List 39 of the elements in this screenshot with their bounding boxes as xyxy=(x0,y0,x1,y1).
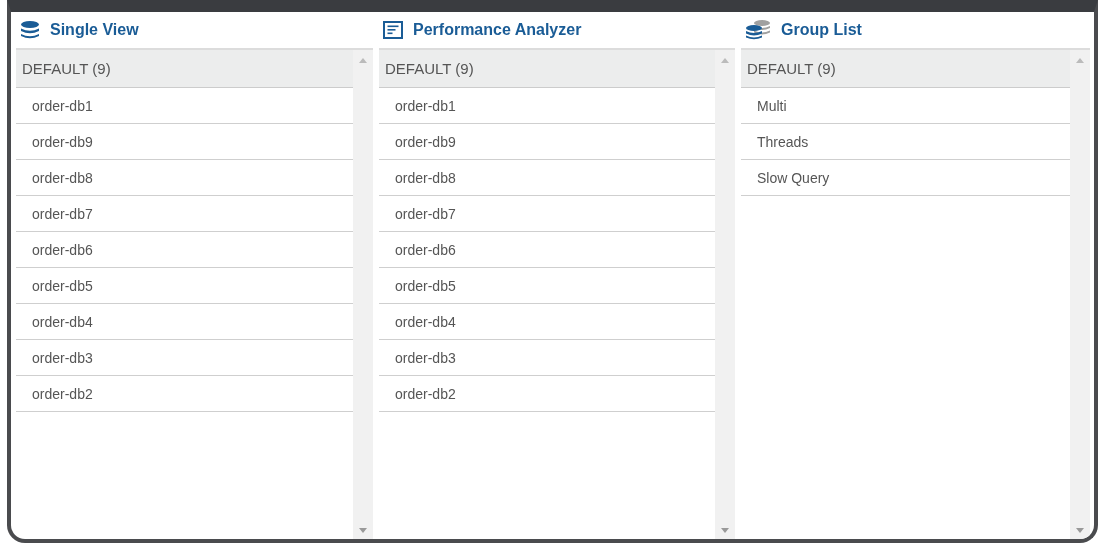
scrollbar[interactable] xyxy=(1070,50,1090,539)
document-icon xyxy=(383,21,403,39)
list-item[interactable]: order-db5 xyxy=(16,268,353,304)
list-item[interactable]: order-db1 xyxy=(379,88,715,124)
panel-title[interactable]: Performance Analyzer xyxy=(413,21,582,39)
list-item[interactable]: order-db3 xyxy=(379,340,715,376)
scroll-up-icon[interactable] xyxy=(1076,58,1084,63)
list-item[interactable]: order-db4 xyxy=(16,304,353,340)
scroll-down-icon[interactable] xyxy=(1076,528,1084,533)
group-header[interactable]: DEFAULT (9) xyxy=(379,50,715,88)
list-item[interactable]: order-db4 xyxy=(379,304,715,340)
list-item[interactable]: Slow Query xyxy=(741,160,1070,196)
scroll-up-icon[interactable] xyxy=(721,58,729,63)
list-item[interactable]: order-db7 xyxy=(379,196,715,232)
list-item[interactable]: order-db2 xyxy=(16,376,353,412)
scrollbar[interactable] xyxy=(353,50,373,539)
scroll-down-icon[interactable] xyxy=(721,528,729,533)
group-header[interactable]: DEFAULT (9) xyxy=(741,50,1070,88)
group-header[interactable]: DEFAULT (9) xyxy=(16,50,353,88)
list-item[interactable]: order-db8 xyxy=(16,160,353,196)
scroll-down-icon[interactable] xyxy=(359,528,367,533)
list-item[interactable]: Multi xyxy=(741,88,1070,124)
list-item[interactable]: order-db7 xyxy=(16,196,353,232)
list-item[interactable]: order-db2 xyxy=(379,376,715,412)
scroll-up-icon[interactable] xyxy=(359,58,367,63)
list-item[interactable]: Threads xyxy=(741,124,1070,160)
list-item[interactable]: order-db3 xyxy=(16,340,353,376)
database-icon xyxy=(20,21,40,39)
list-item[interactable]: order-db9 xyxy=(379,124,715,160)
list-item[interactable]: order-db5 xyxy=(379,268,715,304)
panel-title[interactable]: Group List xyxy=(781,21,862,39)
list-item[interactable]: order-db8 xyxy=(379,160,715,196)
list-item[interactable]: order-db9 xyxy=(16,124,353,160)
scrollbar[interactable] xyxy=(715,50,735,539)
panel-title[interactable]: Single View xyxy=(50,21,139,39)
list-item[interactable]: order-db6 xyxy=(379,232,715,268)
list-item[interactable]: order-db6 xyxy=(16,232,353,268)
database-stack-icon xyxy=(745,20,771,40)
list-item[interactable]: order-db1 xyxy=(16,88,353,124)
